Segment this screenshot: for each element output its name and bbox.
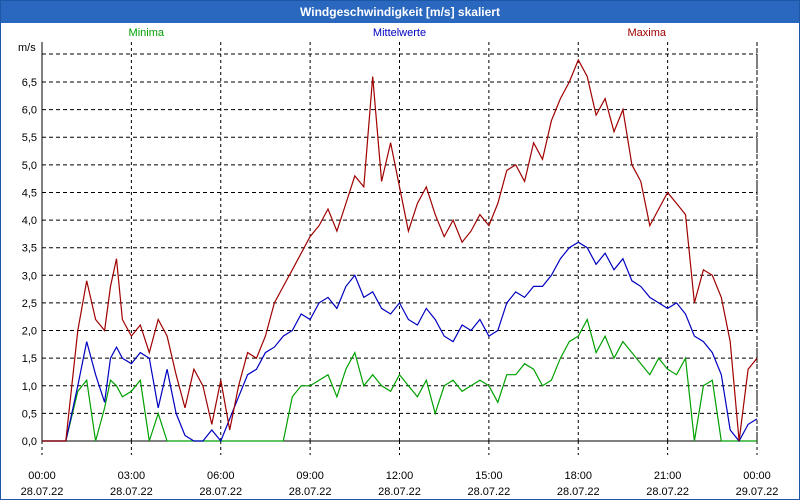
x-tick-date-label: 28.07.22: [199, 486, 242, 498]
y-tick-label: 1,5: [22, 353, 37, 365]
x-tick-date-label: 28.07.22: [289, 486, 332, 498]
legend-mittelwerte: Mittelwerte: [373, 27, 426, 39]
x-tick-time-label: 18:00: [564, 470, 592, 482]
y-tick-label: 6,0: [22, 105, 37, 117]
y-tick-label: 5,5: [22, 132, 37, 144]
x-tick-date-label: 28.07.22: [110, 486, 153, 498]
y-tick-label: 1,0: [22, 381, 37, 393]
x-tick-date-label: 29.07.22: [736, 486, 779, 498]
y-tick-label: 6,5: [22, 77, 37, 89]
x-tick-time-label: 00:00: [743, 470, 771, 482]
y-tick-label: 2,5: [22, 298, 37, 310]
x-tick-time-label: 15:00: [475, 470, 503, 482]
y-tick-label: 4,0: [22, 215, 37, 227]
y-tick-label: 0,5: [22, 408, 37, 420]
y-tick-label: 3,0: [22, 270, 37, 282]
series-line-maxima: [42, 58, 758, 442]
x-tick-time-label: 00:00: [28, 470, 56, 482]
x-tick-time-label: 12:00: [386, 470, 414, 482]
x-tick-time-label: 03:00: [118, 470, 146, 482]
y-tick-label: 5,0: [22, 160, 37, 172]
x-tick-time-label: 09:00: [296, 470, 324, 482]
wind-speed-chart: 0,0 0,5 1,0 1,5 2,0 2,5 3,0 3,5 4,0 4,5 5,0 5,5 6,0 6…: [18, 27, 779, 498]
legend-maxima: Maxima: [628, 27, 667, 39]
y-tick-label: 4,5: [22, 187, 37, 199]
x-tick-date-label: 28.07.22: [467, 486, 510, 498]
y-tick-label: 2,0: [22, 326, 37, 338]
legend-minima: Minima: [129, 27, 165, 39]
y-tick-label: 3,5: [22, 243, 37, 255]
x-tick-time-label: 06:00: [207, 470, 235, 482]
y-axis-label: m/s: [18, 42, 36, 54]
x-tick-date-label: 28.07.22: [21, 486, 64, 498]
y-tick-label: 0,0: [22, 436, 37, 448]
x-tick-date-label: 28.07.22: [378, 486, 421, 498]
x-tick-time-label: 21:00: [654, 470, 682, 482]
x-tick-date-label: 28.07.22: [646, 486, 689, 498]
x-tick-date-label: 28.07.22: [557, 486, 600, 498]
